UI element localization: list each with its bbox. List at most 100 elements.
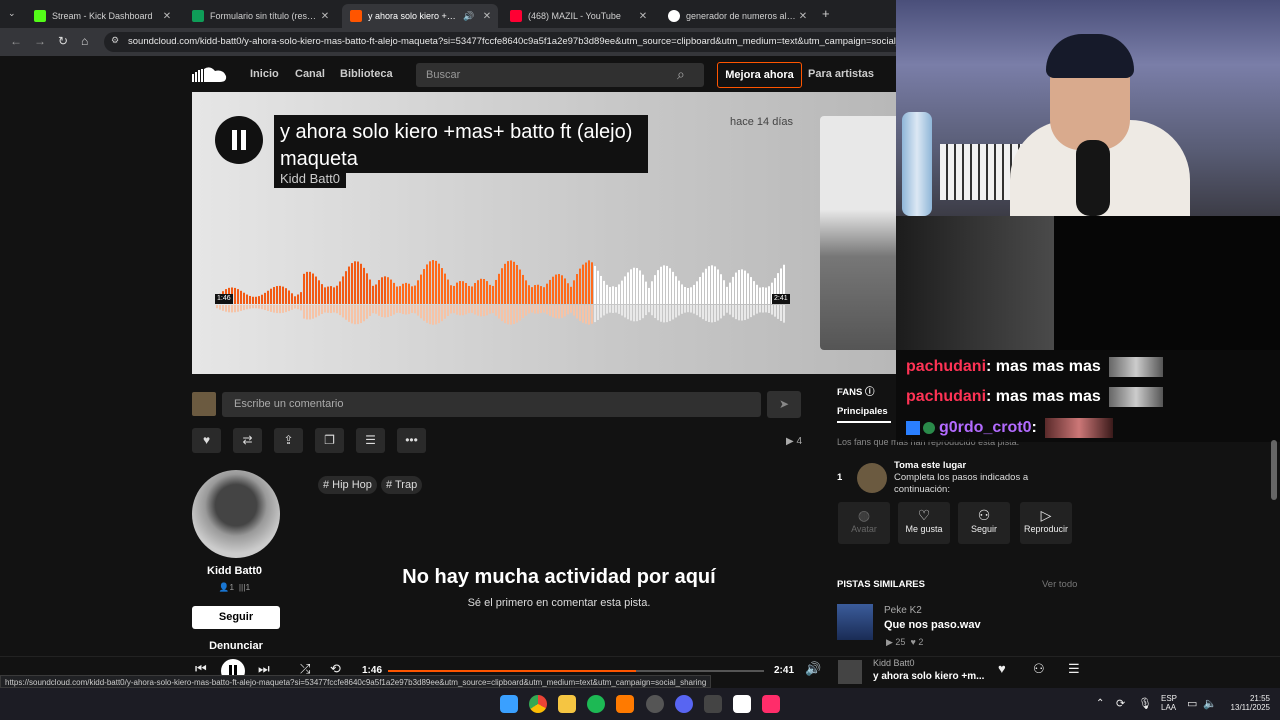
pause-button[interactable] [215, 116, 263, 164]
like-icon[interactable]: ♥ [998, 661, 1006, 676]
tab-search-icon[interactable]: ⌄ [8, 8, 16, 19]
close-icon[interactable]: ✕ [636, 11, 650, 22]
repost-button[interactable]: ⇄ [233, 428, 262, 453]
waveform-reflection [687, 305, 689, 313]
waveform[interactable] [216, 254, 790, 328]
waveform-reflection [714, 305, 716, 322]
waveform-bar [567, 283, 569, 304]
waveform-bar [384, 276, 386, 304]
waveform-reflection [552, 305, 554, 318]
close-icon[interactable]: ✕ [160, 11, 174, 22]
discord-icon[interactable] [675, 695, 693, 713]
follow-button[interactable]: Seguir [192, 606, 280, 629]
waveform-reflection [738, 305, 740, 321]
speaker-icon[interactable]: 🔈 [1203, 697, 1217, 710]
waveform-bar [717, 269, 719, 304]
url-field[interactable]: soundcloud.com/kidd-batt0/y-ahora-solo-k… [104, 32, 896, 52]
comment-input[interactable]: Escribe un comentario [222, 392, 761, 417]
waveform-bar [654, 275, 656, 304]
obs-icon[interactable] [646, 695, 664, 713]
search-input[interactable]: Buscar [416, 63, 704, 87]
close-icon[interactable]: ✕ [796, 11, 810, 22]
track-artist[interactable]: Kidd Batt0 [274, 170, 346, 188]
info-icon[interactable]: ⓘ [865, 387, 875, 398]
language-indicator[interactable]: ESP LAA [1161, 694, 1177, 712]
upgrade-button[interactable]: Mejora ahora [717, 62, 802, 88]
for-artists-link[interactable]: Para artistas [808, 68, 874, 80]
similar-track-title[interactable]: Que nos paso.wav [884, 619, 981, 631]
close-icon[interactable]: ✕ [318, 11, 332, 22]
close-icon[interactable]: ✕ [480, 11, 494, 22]
see-all-link[interactable]: Ver todo [1042, 579, 1077, 590]
volume-icon[interactable]: 🔊 [805, 661, 821, 677]
share-button[interactable]: ⇪ [274, 428, 303, 453]
player-title[interactable]: y ahora solo kiero +m... [873, 671, 984, 682]
similar-track-artwork[interactable] [837, 604, 873, 640]
search-icon[interactable]: ⌕ [677, 66, 685, 83]
speaker-icon[interactable]: 🔊 [462, 11, 476, 22]
send-icon[interactable]: ➤ [767, 391, 801, 418]
waveform-bar [636, 268, 638, 304]
artist-name[interactable]: Kidd Batt0 [192, 565, 277, 577]
windows-start-icon[interactable] [500, 695, 518, 713]
copy-link-button[interactable]: ❐ [315, 428, 344, 453]
forward-icon[interactable]: → [34, 34, 46, 48]
spotify-icon[interactable] [587, 695, 605, 713]
site-info-icon[interactable]: ⚙ [111, 35, 119, 46]
waveform-reflection [282, 305, 284, 313]
waveform-reflection [372, 305, 374, 314]
clock[interactable]: 21:55 13/11/2025 [1226, 694, 1270, 712]
waveform-bar [432, 260, 434, 304]
chrome-icon[interactable] [529, 695, 547, 713]
waveform-reflection [546, 305, 548, 315]
follow-step-button[interactable]: ⚇ Seguir [958, 502, 1010, 544]
capcut-icon[interactable] [733, 695, 751, 713]
similar-track-artist[interactable]: Peke K2 [884, 605, 922, 616]
network-icon[interactable]: ▭ [1187, 697, 1197, 710]
tray-chevron-icon[interactable]: ⌃ [1096, 698, 1104, 709]
tab-forms[interactable]: Formulario sin título (respuesta✕ [184, 4, 336, 28]
scrollbar[interactable] [1271, 440, 1277, 500]
waveform-reflection [624, 305, 626, 318]
tab-google[interactable]: generador de numeros aleatori✕ [660, 4, 814, 28]
waveform-reflection [450, 305, 452, 314]
tab-soundcloud[interactable]: y ahora solo kiero +mas+ b🔊✕ [342, 4, 498, 28]
tab-kick[interactable]: Stream - Kick Dashboard ✕ [26, 4, 178, 28]
reload-icon[interactable]: ↻ [58, 34, 68, 48]
report-link[interactable]: Denunciar [192, 640, 280, 652]
waveform-bar [561, 275, 563, 304]
folder-icon[interactable] [558, 695, 576, 713]
artist-avatar[interactable] [192, 470, 280, 558]
tab-principales[interactable]: Principales [837, 406, 888, 417]
tag-hip-hop[interactable]: # Hip Hop [318, 476, 377, 494]
player-artist[interactable]: Kidd Batt0 [873, 658, 915, 668]
home-icon[interactable]: ⌂ [81, 34, 88, 48]
tiktok-icon[interactable] [762, 695, 780, 713]
app-icon[interactable] [704, 695, 722, 713]
queue-icon[interactable]: ☰ [1068, 661, 1080, 677]
nav-inicio[interactable]: Inicio [250, 68, 279, 80]
nav-canal[interactable]: Canal [295, 68, 325, 80]
nav-biblioteca[interactable]: Biblioteca [340, 68, 393, 80]
tag-trap[interactable]: # Trap [381, 476, 423, 494]
waveform-reflection [735, 305, 737, 320]
sync-icon[interactable]: ⟳ [1116, 697, 1125, 710]
tab-youtube[interactable]: (468) MAZIL - YouTube ✕ [502, 4, 654, 28]
back-icon[interactable]: ← [10, 34, 22, 48]
waveform-bar [663, 265, 665, 304]
new-tab-button[interactable]: + [822, 6, 830, 21]
waveform-reflection [648, 305, 650, 313]
like-button[interactable]: ♥ [192, 428, 221, 453]
microphone-icon[interactable]: 🎙 [1138, 697, 1152, 710]
more-button[interactable]: ••• [397, 428, 426, 453]
follow-icon[interactable]: ⚇ [1033, 661, 1045, 677]
play-step-button[interactable]: ▷ Reproducir [1020, 502, 1072, 544]
brave-icon[interactable] [616, 695, 634, 713]
waveform-reflection [705, 305, 707, 321]
player-artwork[interactable] [838, 660, 862, 684]
soundcloud-logo[interactable] [192, 66, 228, 82]
add-to-queue-button[interactable]: ☰ [356, 428, 385, 453]
waveform-bar [540, 286, 542, 304]
like-step-button[interactable]: ♡ Me gusta [898, 502, 950, 544]
waveform-reflection [507, 305, 509, 325]
